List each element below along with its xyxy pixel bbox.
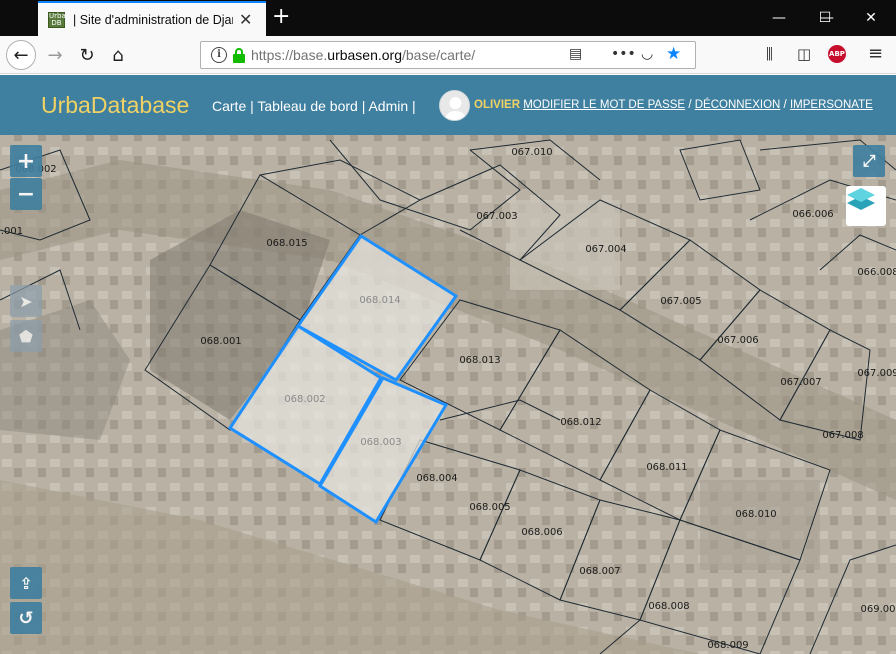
svg-text:068.004: 068.004 <box>416 473 457 484</box>
cadastral-map[interactable]: 067.010 067.003 067.004 066.006 066.008 … <box>0 135 896 654</box>
nav-separator: / <box>783 99 787 111</box>
pocket-icon[interactable]: ◡ <box>641 46 653 62</box>
impersonate-link[interactable]: IMPERSONATE <box>790 99 873 111</box>
svg-text:068.006: 068.006 <box>521 527 562 538</box>
minimize-window-icon[interactable]: — <box>756 0 802 36</box>
svg-text:068.015: 068.015 <box>266 238 307 249</box>
svg-text:068.001: 068.001 <box>200 336 241 347</box>
svg-text:068.005: 068.005 <box>469 502 510 513</box>
svg-text:067.006: 067.006 <box>717 335 758 346</box>
site-info-icon[interactable]: i <box>211 47 227 63</box>
user-nav: OLIVIER MODIFIER LE MOT DE PASSE / DÉCON… <box>474 99 873 111</box>
adblock-plus-icon[interactable]: ABP <box>828 45 846 63</box>
svg-text:067.003: 067.003 <box>476 211 517 222</box>
svg-text:067.009: 067.009 <box>857 368 896 379</box>
svg-text:068.008: 068.008 <box>648 601 689 612</box>
svg-text:067.005: 067.005 <box>660 296 701 307</box>
tab-title: | Site d'administration de Django <box>73 12 233 27</box>
svg-text:066.006: 066.006 <box>792 209 833 220</box>
layers-button[interactable] <box>846 186 886 226</box>
upload-icon[interactable]: ⇪ <box>10 567 42 599</box>
svg-text:068.012: 068.012 <box>560 417 601 428</box>
svg-text:067.007: 067.007 <box>780 377 821 388</box>
new-tab-button[interactable]: + <box>272 4 290 29</box>
svg-text:068.011: 068.011 <box>646 462 687 473</box>
svg-text:068.013: 068.013 <box>459 355 500 366</box>
close-window-icon[interactable]: ✕ <box>848 0 894 36</box>
fullscreen-icon[interactable]: ⤢ <box>853 145 885 177</box>
svg-text:068.010: 068.010 <box>735 509 776 520</box>
brand-logo[interactable]: UrbaDatabase <box>41 92 189 119</box>
tab-strip: Urba DB | Site d'administration de Djang… <box>0 0 896 36</box>
bookmark-star-icon[interactable]: ★ <box>666 44 681 64</box>
svg-text:068.014: 068.014 <box>359 295 400 306</box>
svg-text:067.008: 067.008 <box>822 430 863 441</box>
svg-text:068.002: 068.002 <box>284 394 325 405</box>
menu-hamburger-icon[interactable]: ≡ <box>868 43 883 64</box>
urbadb-favicon-icon: Urba DB <box>48 11 66 28</box>
svg-text:068.009: 068.009 <box>707 640 748 651</box>
reset-rotate-icon[interactable]: ↺ <box>10 602 42 634</box>
svg-text:067.010: 067.010 <box>511 147 552 158</box>
change-password-link[interactable]: MODIFIER LE MOT DE PASSE <box>523 99 685 111</box>
main-nav[interactable]: Carte | Tableau de bord | Admin | <box>212 98 416 114</box>
browser-tab[interactable]: Urba DB | Site d'administration de Djang… <box>38 1 266 36</box>
svg-text:068.007: 068.007 <box>579 566 620 577</box>
browser-navbar: ← → ↻ ⌂ i https://base.urbasen.org/base/… <box>0 36 896 74</box>
back-arrow-icon[interactable]: ← <box>6 40 36 70</box>
locate-arrow-icon[interactable]: ➤ <box>10 285 42 317</box>
sidebar-icon[interactable]: ◫ <box>797 45 811 63</box>
url-text: https://base.urbasen.org/base/carte/ <box>251 47 476 63</box>
layers-icon <box>847 188 875 210</box>
logout-link[interactable]: DÉCONNEXION <box>695 99 781 111</box>
lock-icon <box>233 48 245 63</box>
svg-text:068.003: 068.003 <box>360 437 401 448</box>
svg-text:067.004: 067.004 <box>585 244 626 255</box>
nav-separator: / <box>688 99 692 111</box>
map-canvas[interactable]: 067.010 067.003 067.004 066.006 066.008 … <box>0 135 896 654</box>
user-avatar <box>439 90 470 121</box>
page-actions-icon[interactable]: ••• <box>611 46 636 62</box>
reload-icon[interactable]: ↻ <box>72 40 102 70</box>
home-icon[interactable]: ⌂ <box>103 40 133 70</box>
forward-arrow-icon[interactable]: → <box>40 40 70 70</box>
zoom-out-button[interactable]: − <box>10 178 42 210</box>
username: OLIVIER <box>474 99 521 111</box>
zoom-in-button[interactable]: + <box>10 145 42 177</box>
svg-text:.001: .001 <box>1 226 23 237</box>
library-icon[interactable]: ⫼ <box>766 45 773 63</box>
reader-view-icon[interactable]: ▤ <box>569 46 582 62</box>
url-bar[interactable]: i https://base.urbasen.org/base/carte/ ▤… <box>200 41 696 69</box>
app-header: UrbaDatabase Carte | Tableau de bord | A… <box>0 75 896 135</box>
svg-text:069.00: 069.00 <box>861 604 896 615</box>
maximize-window-icon[interactable]: ☐ <box>802 0 848 36</box>
close-tab-icon[interactable]: ✕ <box>239 10 252 29</box>
tag-icon[interactable]: ⬟ <box>10 320 42 352</box>
svg-text:066.008: 066.008 <box>857 267 896 278</box>
